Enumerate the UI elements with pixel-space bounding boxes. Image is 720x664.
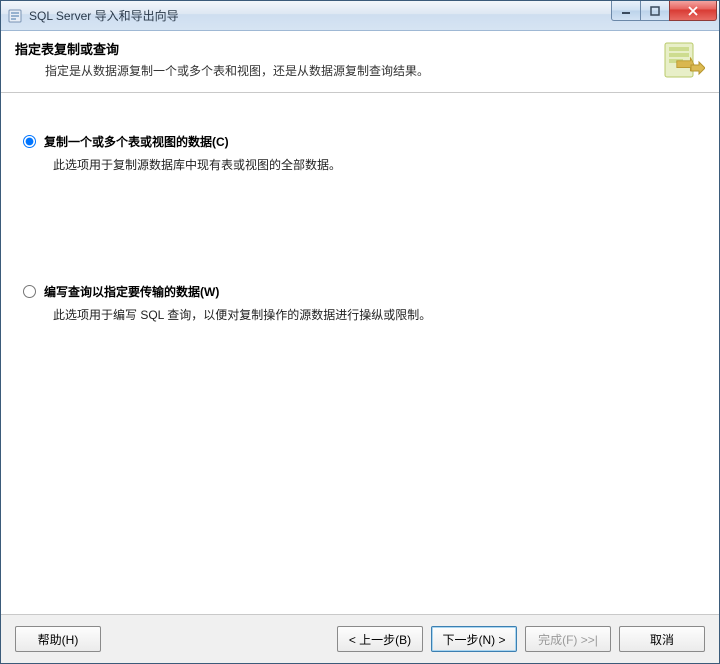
cancel-button[interactable]: 取消	[619, 626, 705, 652]
page-title: 指定表复制或查询	[15, 39, 651, 58]
help-button[interactable]: 帮助(H)	[15, 626, 101, 652]
maximize-button[interactable]	[640, 1, 670, 21]
wizard-window: SQL Server 导入和导出向导 指定表复制或查询 指定是从数据源复制一个或…	[0, 0, 720, 664]
wizard-footer: 帮助(H) < 上一步(B) 下一步(N) > 完成(F) >>| 取消	[1, 614, 719, 663]
radio-copy-tables[interactable]: 复制一个或多个表或视图的数据(C)	[23, 133, 697, 150]
app-icon	[7, 8, 23, 24]
radio-write-query[interactable]: 编写查询以指定要传输的数据(W)	[23, 283, 697, 300]
radio-write-query-input[interactable]	[23, 285, 36, 298]
wizard-header-text: 指定表复制或查询 指定是从数据源复制一个或多个表和视图，还是从数据源复制查询结果…	[15, 39, 651, 79]
radio-write-query-label: 编写查询以指定要传输的数据(W)	[44, 283, 219, 300]
minimize-button[interactable]	[611, 1, 641, 21]
window-controls	[612, 1, 717, 21]
option-write-query: 编写查询以指定要传输的数据(W) 此选项用于编写 SQL 查询，以便对复制操作的…	[23, 283, 697, 323]
close-button[interactable]	[669, 1, 717, 21]
radio-copy-tables-input[interactable]	[23, 135, 36, 148]
finish-button[interactable]: 完成(F) >>|	[525, 626, 611, 652]
option-copy-tables-desc: 此选项用于复制源数据库中现有表或视图的全部数据。	[53, 156, 697, 173]
window-title: SQL Server 导入和导出向导	[29, 7, 612, 24]
wizard-content: 复制一个或多个表或视图的数据(C) 此选项用于复制源数据库中现有表或视图的全部数…	[1, 93, 719, 614]
option-write-query-desc: 此选项用于编写 SQL 查询，以便对复制操作的源数据进行操纵或限制。	[53, 306, 697, 323]
wizard-header: 指定表复制或查询 指定是从数据源复制一个或多个表和视图，还是从数据源复制查询结果…	[1, 31, 719, 93]
wizard-icon	[659, 39, 705, 85]
page-subtitle: 指定是从数据源复制一个或多个表和视图，还是从数据源复制查询结果。	[45, 62, 651, 79]
radio-copy-tables-label: 复制一个或多个表或视图的数据(C)	[44, 133, 229, 150]
next-button[interactable]: 下一步(N) >	[431, 626, 517, 652]
option-copy-tables: 复制一个或多个表或视图的数据(C) 此选项用于复制源数据库中现有表或视图的全部数…	[23, 133, 697, 173]
back-button[interactable]: < 上一步(B)	[337, 626, 423, 652]
titlebar[interactable]: SQL Server 导入和导出向导	[1, 1, 719, 31]
